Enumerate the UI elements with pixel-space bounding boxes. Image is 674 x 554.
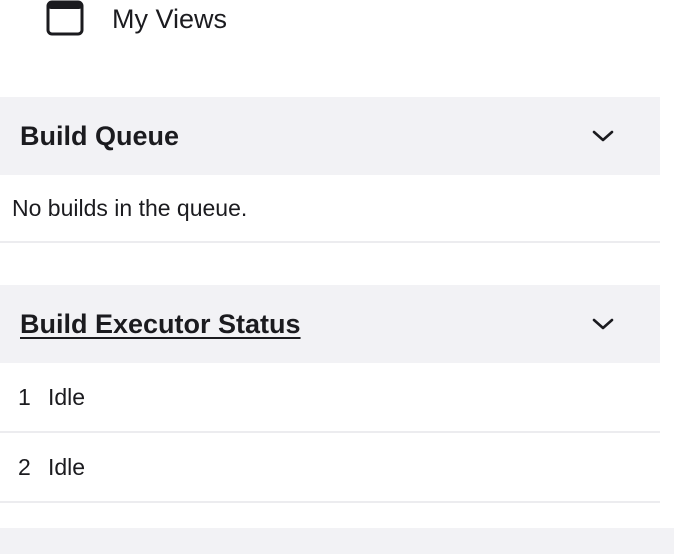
- window-icon: [46, 0, 84, 37]
- chevron-down-icon[interactable]: [590, 311, 616, 337]
- build-queue-empty-row: No builds in the queue.: [0, 175, 660, 243]
- executor-status-title-link[interactable]: Build Executor Status: [20, 309, 301, 340]
- executor-status: Idle: [48, 383, 86, 410]
- chevron-down-icon[interactable]: [590, 123, 616, 149]
- executor-row: 2 Idle: [0, 433, 660, 503]
- build-queue-header: Build Queue: [0, 97, 660, 175]
- jenkins-sidebar-panel: My Views Build Queue No builds in the qu…: [0, 0, 674, 554]
- my-views-link[interactable]: My Views: [46, 0, 227, 40]
- next-pane-header: [0, 528, 674, 554]
- executor-status-header: Build Executor Status: [0, 285, 660, 363]
- build-queue-title: Build Queue: [20, 120, 180, 151]
- executor-status-pane: Build Executor Status 1 Idle 2 Idle: [0, 285, 660, 503]
- build-queue-pane: Build Queue No builds in the queue.: [0, 97, 660, 243]
- executor-number: 2: [18, 453, 31, 480]
- executor-row: 1 Idle: [0, 363, 660, 433]
- executor-status: Idle: [48, 453, 86, 480]
- executor-number: 1: [18, 383, 31, 410]
- build-queue-empty-message: No builds in the queue.: [12, 194, 248, 221]
- my-views-label: My Views: [112, 3, 228, 34]
